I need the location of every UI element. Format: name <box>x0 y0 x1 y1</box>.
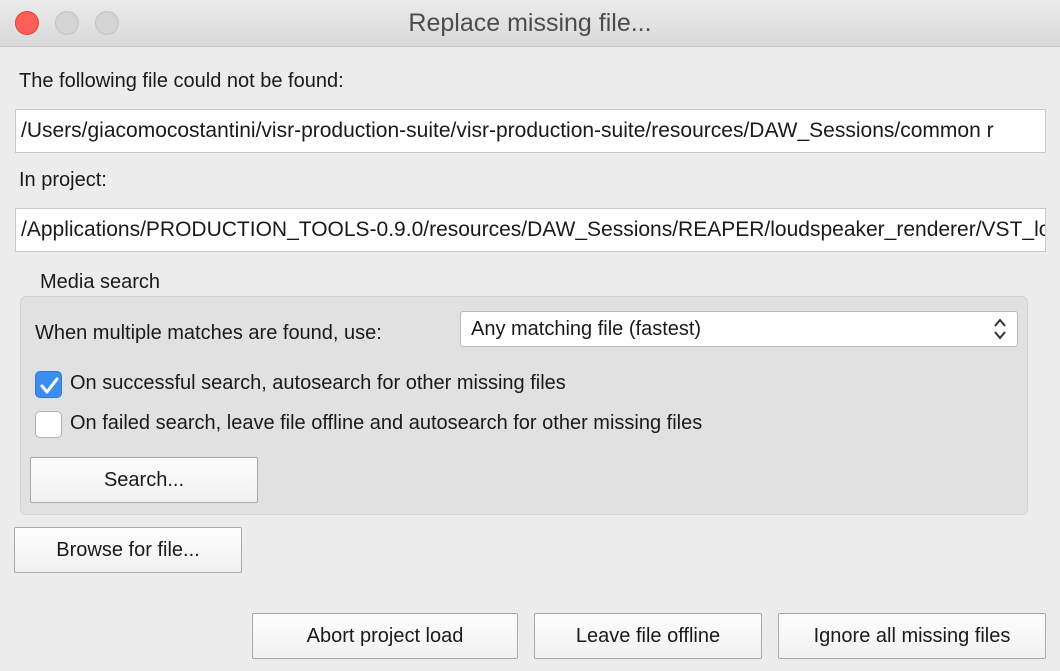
autosearch-success-label[interactable]: On successful search, autosearch for oth… <box>70 372 566 395</box>
project-path-field[interactable]: /Applications/PRODUCTION_TOOLS-0.9.0/res… <box>15 208 1046 252</box>
ignore-all-missing-files-button[interactable]: Ignore all missing files <box>778 613 1046 659</box>
missing-file-label: The following file could not be found: <box>19 70 344 92</box>
leave-file-offline-button[interactable]: Leave file offline <box>534 613 762 659</box>
up-down-chevron-icon <box>994 318 1006 340</box>
autosearch-success-checkbox[interactable] <box>35 371 62 398</box>
failed-search-offline-label[interactable]: On failed search, leave file offline and… <box>70 412 702 435</box>
multiple-matches-selected-value: Any matching file (fastest) <box>471 318 702 340</box>
multiple-matches-label: When multiple matches are found, use: <box>35 322 382 344</box>
browse-for-file-button[interactable]: Browse for file... <box>14 527 242 573</box>
multiple-matches-select[interactable]: Any matching file (fastest) <box>460 311 1018 347</box>
media-search-heading: Media search <box>40 271 161 293</box>
window-title: Replace missing file... <box>408 9 652 37</box>
missing-file-path-field[interactable]: /Users/giacomocostantini/visr-production… <box>15 109 1046 153</box>
failed-search-offline-checkbox[interactable] <box>35 411 62 438</box>
title-bar: Replace missing file... <box>0 0 1060 47</box>
checkmark-icon <box>40 377 59 394</box>
abort-project-load-button[interactable]: Abort project load <box>252 613 518 659</box>
project-label: In project: <box>19 169 107 191</box>
search-button[interactable]: Search... <box>30 457 258 503</box>
